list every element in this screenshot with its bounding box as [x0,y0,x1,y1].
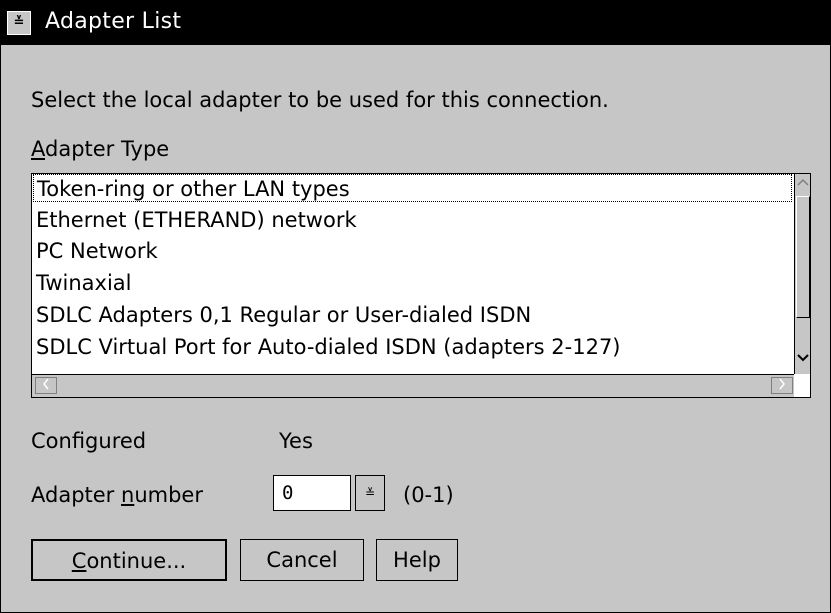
configured-value: Yes [279,429,313,453]
window-title: Adapter List [45,9,182,34]
adapter-type-label-rest: dapter Type [45,137,170,161]
adapter-type-items: Token-ring or other LAN types Ethernet (… [32,174,796,374]
title-bar[interactable]: ≚ Adapter List [1,1,830,45]
vertical-scrollbar[interactable] [794,174,810,374]
adapter-number-label-rest: umber [134,483,203,507]
adapter-number-label-prefix: Adapter [31,483,121,507]
list-item[interactable]: Token-ring or other LAN types [33,174,792,202]
list-item[interactable]: Ethernet (ETHERAND) network [36,206,357,234]
horizontal-scrollbar[interactable] [32,374,796,397]
scroll-left-icon[interactable] [35,377,57,394]
continue-button[interactable]: Continue... [31,539,227,581]
list-item[interactable]: SDLC Virtual Port for Auto-dialed ISDN (… [36,333,621,361]
help-button[interactable]: Help [376,539,458,581]
adapter-number-label: Adapter number [31,483,203,507]
scroll-up-icon[interactable] [795,177,810,193]
scroll-right-icon[interactable] [771,377,793,394]
adapter-type-mnemonic: A [31,137,45,161]
adapter-number-field[interactable]: 0 [273,475,351,511]
window-menu-icon[interactable]: ≚ [7,11,31,35]
adapter-number-spin-icon[interactable]: ≚ [355,475,385,511]
cancel-button[interactable]: Cancel [240,539,364,581]
continue-label-rest: ontinue... [86,549,187,573]
adapter-number-range: (0-1) [403,483,454,507]
list-item[interactable]: PC Network [36,237,158,265]
continue-mnemonic: C [71,549,87,573]
adapter-number-mnemonic: n [121,483,135,507]
scrollbar-thumb[interactable] [796,196,810,318]
adapter-type-label: Adapter Type [31,137,169,161]
scroll-down-icon[interactable] [795,353,810,369]
adapter-list-window: ≚ Adapter List Select the local adapter … [0,0,831,613]
list-item[interactable]: Twinaxial [36,269,132,297]
instruction-text: Select the local adapter to be used for … [31,88,609,112]
scrollbar-corner [794,374,810,397]
configured-label: Configured [31,429,147,453]
list-item[interactable]: SDLC Adapters 0,1 Regular or User-dialed… [36,301,531,329]
adapter-type-listbox[interactable]: Token-ring or other LAN types Ethernet (… [31,173,811,398]
